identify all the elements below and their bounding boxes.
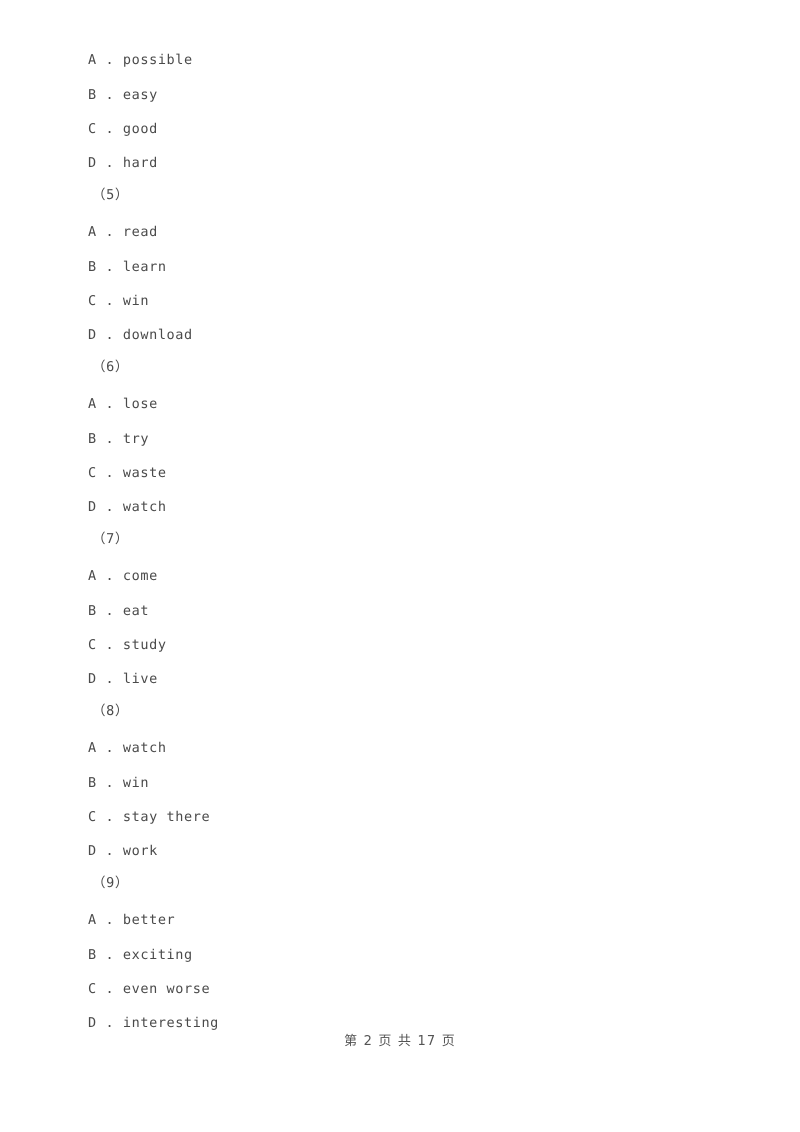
answer-option: B . win (88, 775, 150, 791)
answer-option: C . good (88, 121, 158, 137)
question-number-marker: （6） (92, 359, 129, 375)
answer-option: B . eat (88, 603, 150, 619)
question-number-marker: （8） (92, 703, 129, 719)
page-footer: 第 2 页 共 17 页 (344, 1034, 456, 1049)
answer-option: A . better (88, 912, 176, 928)
answer-option: D . work (88, 843, 158, 859)
answer-option: D . watch (88, 499, 167, 515)
answer-option: B . exciting (88, 947, 193, 963)
answer-option: A . possible (88, 52, 193, 68)
answer-option: C . win (88, 293, 150, 309)
answer-option: D . download (88, 327, 193, 343)
answer-option: C . even worse (88, 981, 211, 997)
question-number-marker: （7） (92, 531, 129, 547)
answer-option: D . interesting (88, 1015, 219, 1031)
question-number-marker: （9） (92, 875, 129, 891)
answer-option: C . waste (88, 465, 167, 481)
document-page: A . possible B . easy C . good D . hard （5） A… (0, 0, 800, 1132)
answer-option: A . watch (88, 740, 167, 756)
answer-option: D . hard (88, 155, 158, 171)
answer-option: B . try (88, 431, 150, 447)
answer-option: B . learn (88, 259, 167, 275)
answer-option: C . study (88, 637, 167, 653)
answer-option: A . read (88, 224, 158, 240)
answer-option: C . stay there (88, 809, 211, 825)
question-number-marker: （5） (92, 187, 129, 203)
answer-option: A . come (88, 568, 158, 584)
answer-option: B . easy (88, 87, 158, 103)
answer-option: A . lose (88, 396, 158, 412)
answer-option: D . live (88, 671, 158, 687)
